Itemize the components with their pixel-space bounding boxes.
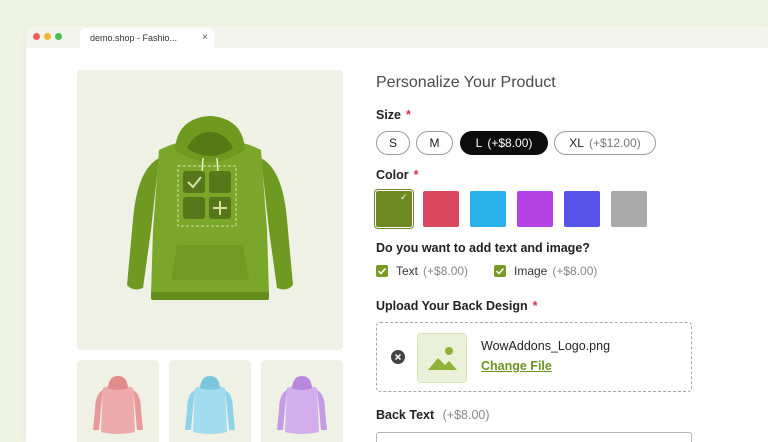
remove-file-icon[interactable] bbox=[391, 350, 405, 364]
change-file-link[interactable]: Change File bbox=[481, 359, 552, 373]
back-text-label-text: Back Text bbox=[376, 408, 435, 422]
color-swatch-gray[interactable] bbox=[611, 191, 647, 227]
maximize-window-icon[interactable] bbox=[55, 33, 62, 40]
required-mark: * bbox=[532, 299, 538, 313]
addon-price: (+$8.00) bbox=[552, 264, 598, 278]
addon-label: Image bbox=[514, 264, 548, 278]
color-label: Color * bbox=[376, 168, 419, 182]
color-label-text: Color bbox=[376, 168, 409, 182]
browser-window: demo.shop - Fashio... × Personalize Your… bbox=[26, 26, 768, 442]
addon-price: (+$8.00) bbox=[423, 264, 469, 278]
required-mark: * bbox=[406, 108, 411, 122]
image-placeholder-icon bbox=[417, 333, 467, 383]
size-option-price: (+$8.00) bbox=[487, 136, 533, 150]
back-text-price: (+$8.00) bbox=[442, 408, 490, 422]
upload-label: Upload Your Back Design * bbox=[376, 299, 538, 313]
color-swatch-sky-blue[interactable] bbox=[470, 191, 506, 227]
required-mark: * bbox=[413, 168, 419, 182]
close-tab-icon[interactable]: × bbox=[202, 28, 208, 48]
size-option-label: XL bbox=[569, 136, 584, 150]
checkbox-checked-icon[interactable] bbox=[376, 265, 388, 277]
size-option-label: S bbox=[388, 136, 397, 150]
size-option-l[interactable]: L (+$8.00) bbox=[460, 131, 548, 155]
browser-titlebar: demo.shop - Fashio... × bbox=[26, 26, 768, 48]
size-option-price: (+$12.00) bbox=[588, 136, 641, 150]
size-label: Size * bbox=[376, 108, 411, 122]
page-title: Personalize Your Product bbox=[376, 74, 556, 91]
hoodie-thumbnail-icon bbox=[185, 376, 235, 434]
browser-tab[interactable]: demo.shop - Fashio... × bbox=[80, 28, 214, 48]
thumbnail-red-hoodie[interactable] bbox=[77, 360, 159, 442]
size-label-text: Size bbox=[376, 108, 402, 122]
back-text-input[interactable] bbox=[376, 432, 692, 442]
size-option-label: M bbox=[429, 136, 440, 150]
tab-title: demo.shop - Fashio... bbox=[90, 33, 178, 43]
back-text-label: Back Text (+$8.00) bbox=[376, 408, 490, 422]
addons-question: Do you want to add text and image? bbox=[376, 241, 590, 255]
uploaded-file-name: WowAddons_Logo.png bbox=[481, 339, 611, 353]
size-option-xl[interactable]: XL (+$12.00) bbox=[554, 131, 656, 155]
minimize-window-icon[interactable] bbox=[44, 33, 51, 40]
check-icon: ✓ bbox=[400, 192, 408, 202]
checkbox-checked-icon[interactable] bbox=[494, 265, 506, 277]
size-option-m[interactable]: M bbox=[416, 131, 453, 155]
color-swatch-indigo[interactable] bbox=[564, 191, 600, 227]
hoodie-image bbox=[127, 116, 293, 300]
product-main-image[interactable] bbox=[77, 70, 343, 350]
addon-image-checkbox[interactable]: Image (+$8.00) bbox=[494, 264, 597, 278]
thumbnail-blue-hoodie[interactable] bbox=[169, 360, 251, 442]
upload-dropzone[interactable]: WowAddons_Logo.png Change File bbox=[376, 322, 692, 392]
addon-label: Text bbox=[396, 264, 419, 278]
addon-text-checkbox[interactable]: Text (+$8.00) bbox=[376, 264, 468, 278]
hoodie-thumbnail-icon bbox=[277, 376, 327, 434]
thumbnail-purple-hoodie[interactable] bbox=[261, 360, 343, 442]
upload-label-text: Upload Your Back Design bbox=[376, 299, 528, 313]
size-option-label: L bbox=[475, 136, 483, 150]
color-swatch-green[interactable]: ✓ bbox=[374, 189, 414, 229]
color-swatch-purple[interactable] bbox=[517, 191, 553, 227]
hoodie-thumbnail-icon bbox=[93, 376, 143, 434]
color-swatch-red[interactable] bbox=[423, 191, 459, 227]
size-option-s[interactable]: S bbox=[376, 131, 410, 155]
close-window-icon[interactable] bbox=[33, 33, 40, 40]
